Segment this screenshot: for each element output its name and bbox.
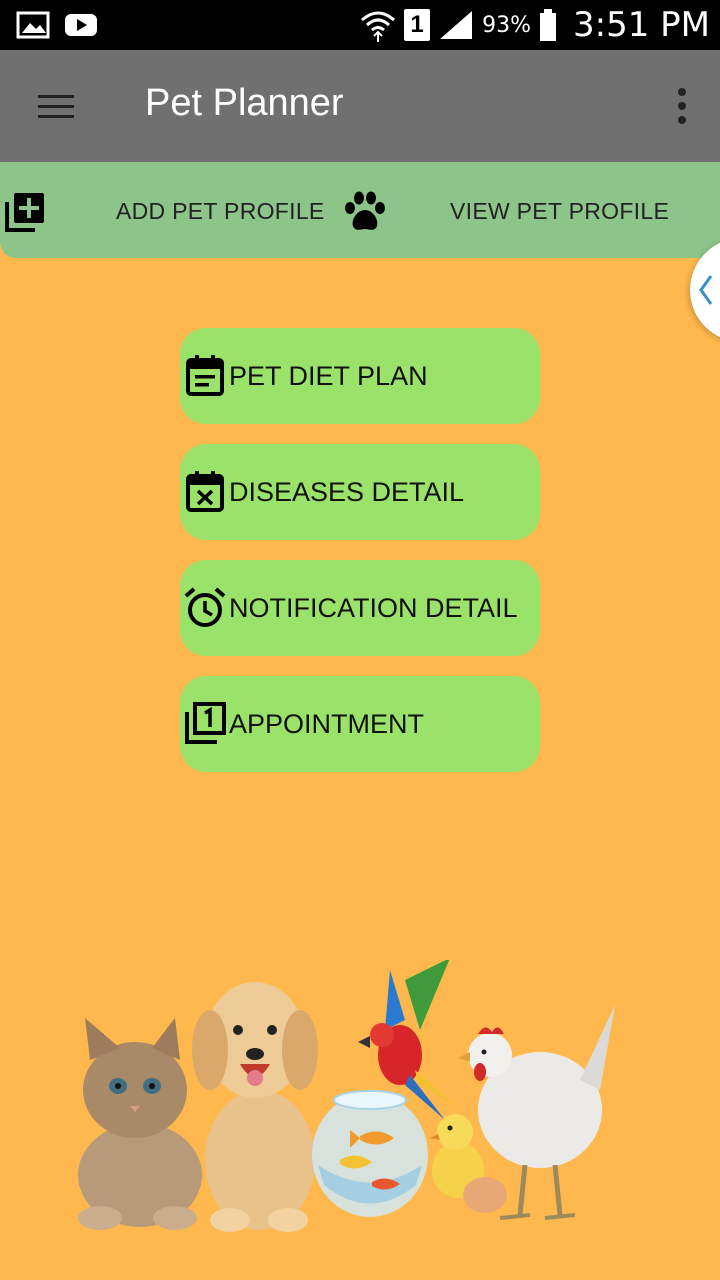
alarm-clock-icon [184, 587, 226, 627]
add-pet-profile-button[interactable]: ADD PET PROFILE [116, 198, 325, 225]
clock: 3:51 PM [573, 5, 710, 45]
pet-diet-plan-button[interactable]: PET DIET PLAN [180, 328, 540, 424]
menu-item-label: DISEASES DETAIL [229, 477, 465, 507]
chevron-left-icon [699, 275, 713, 305]
signal-icon [440, 11, 473, 39]
status-bar: 1 93% 3:51 PM [0, 0, 720, 50]
calendar-note-icon [186, 355, 224, 396]
battery-icon [540, 9, 556, 41]
pets-illustration [78, 960, 615, 1232]
appointment-button[interactable]: APPOINTMENT [180, 676, 540, 772]
diseases-detail-button[interactable]: DISEASES DETAIL [180, 444, 540, 540]
image-icon [16, 11, 50, 39]
view-pet-profile-button[interactable]: VIEW PET PROFILE [450, 198, 669, 225]
battery-percent: 93% [482, 12, 531, 38]
menu-item-label: NOTIFICATION DETAIL [229, 593, 518, 623]
filter-1-icon [185, 702, 226, 744]
overflow-menu-icon[interactable] [672, 86, 692, 126]
profile-strip: ADD PET PROFILE VIEW PET PROFILE [0, 162, 720, 258]
notification-detail-button[interactable]: NOTIFICATION DETAIL [180, 560, 540, 656]
sim-icon: 1 [404, 9, 431, 41]
app-bar: Pet Planner [0, 50, 720, 162]
paw-icon [345, 191, 385, 230]
youtube-icon [65, 14, 97, 36]
kitten-image [78, 1018, 202, 1230]
puppy-image [192, 982, 318, 1232]
calendar-x-icon [186, 471, 224, 512]
hamburger-menu-icon[interactable] [30, 85, 82, 127]
wifi-icon [361, 11, 396, 42]
app-title: Pet Planner [145, 82, 344, 124]
menu-item-label: PET DIET PLAN [229, 361, 428, 391]
fishbowl-image [312, 1090, 428, 1217]
add-to-queue-icon[interactable] [4, 190, 48, 234]
menu-item-label: APPOINTMENT [229, 709, 425, 739]
